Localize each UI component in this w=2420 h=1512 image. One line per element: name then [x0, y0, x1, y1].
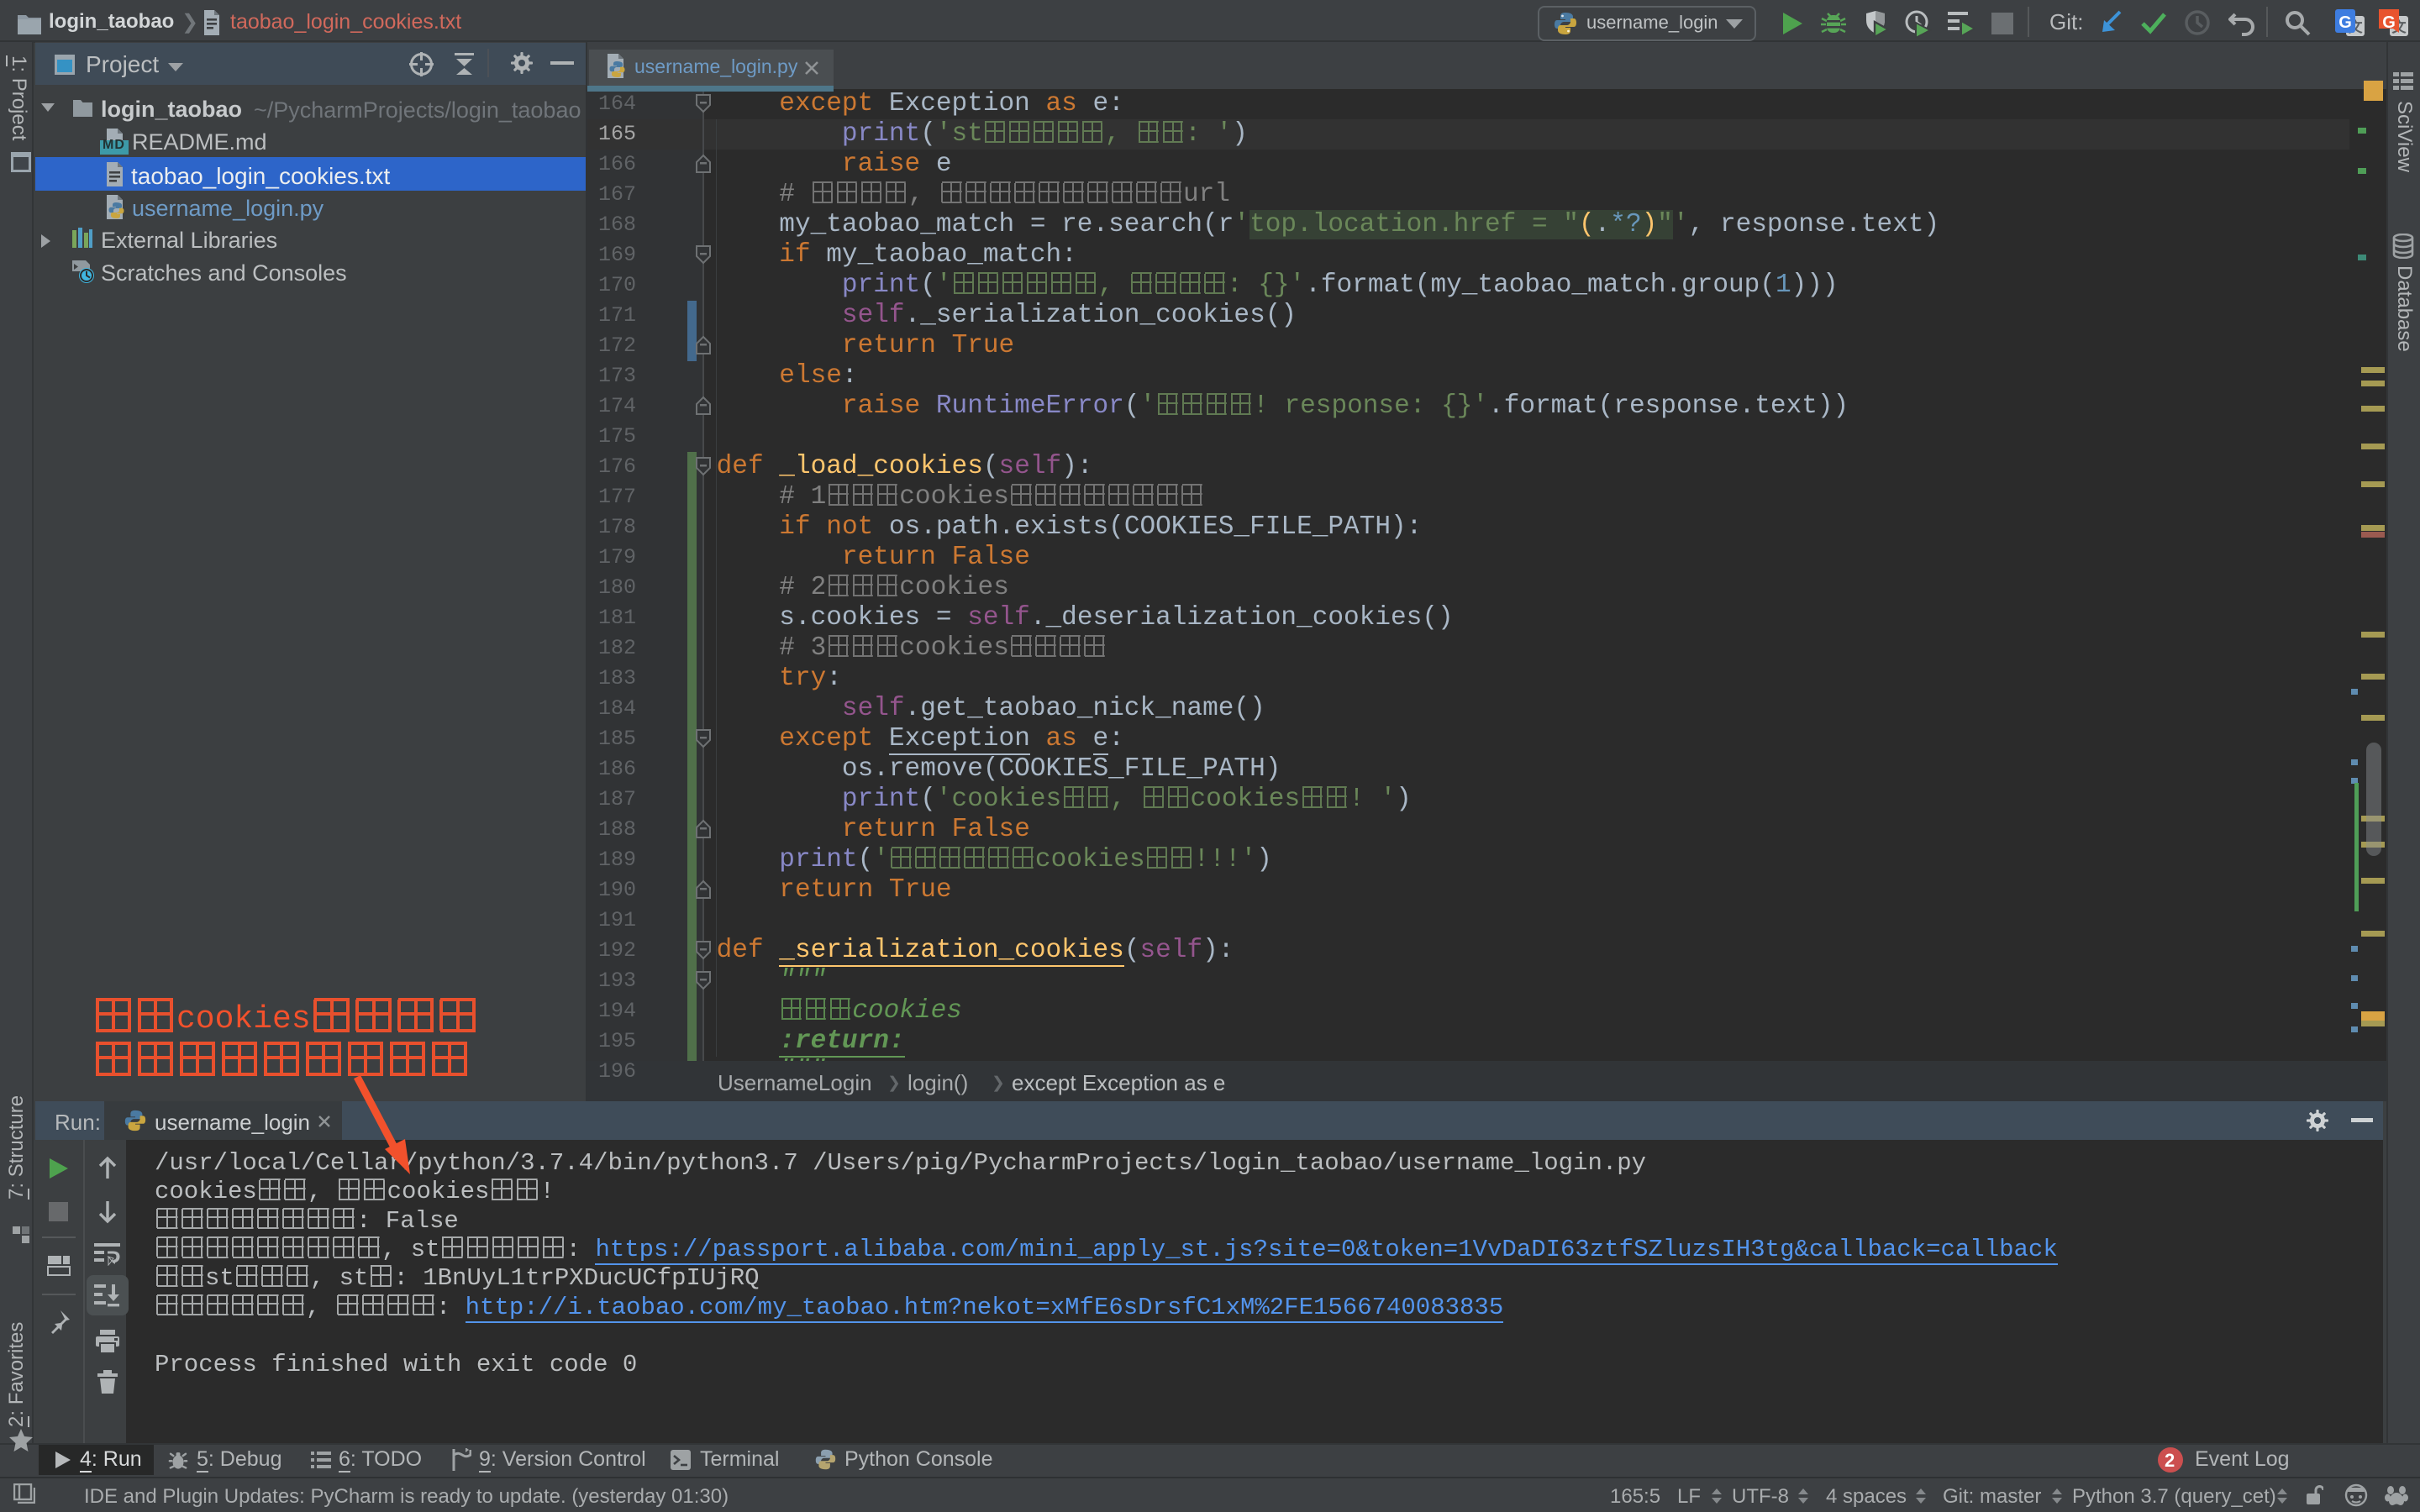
svg-text:G: G: [2338, 13, 2352, 32]
svg-text:G: G: [2382, 13, 2396, 32]
